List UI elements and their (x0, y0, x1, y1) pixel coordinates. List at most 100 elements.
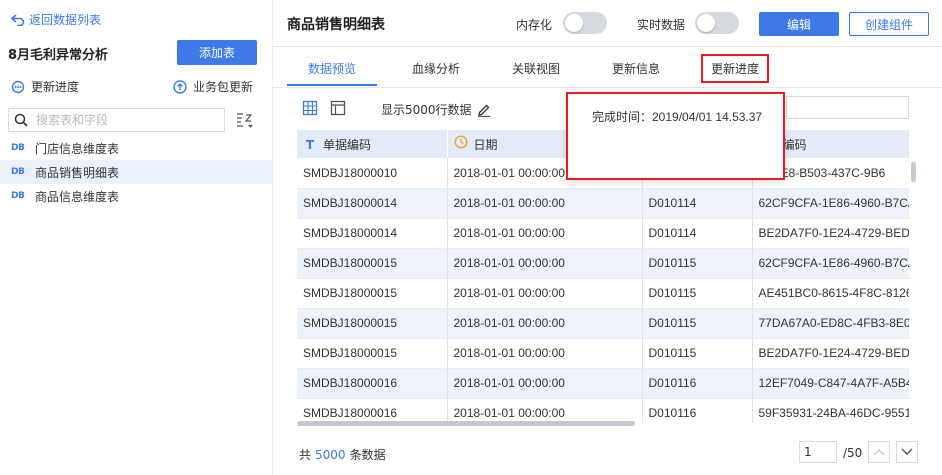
table-cell[interactable]: 62CF9CFA-1E86-4960-B7CA (752, 188, 909, 219)
table-row[interactable]: SMDBJ18000015 2018-01-01 00:00:00 D010115 7… (297, 308, 909, 339)
table-cell[interactable]: D010116 (642, 398, 753, 423)
table-row[interactable]: SMDBJ18000015 2018-01-01 00:00:00 D010115 6… (297, 248, 909, 279)
table-cell[interactable]: SMDBJ18000015 (297, 248, 448, 279)
page-total: /50 (843, 446, 863, 460)
in-memory-label: 内存化 (516, 18, 553, 32)
table-cell[interactable]: SMDBJ18000016 (297, 368, 448, 399)
back-to-list-link[interactable]: 返回数据列表 (11, 11, 101, 28)
table-cell[interactable]: SMDBJ18000014 (297, 188, 448, 219)
total-number: 5000 (315, 448, 346, 462)
table-item-sales-detail[interactable]: DB 商品销售明细表 (0, 160, 272, 184)
table-cell[interactable]: D010115 (642, 308, 753, 339)
row-count-control[interactable]: 显示5000行数据 (381, 101, 491, 118)
database-icon: DB (11, 167, 25, 177)
table-cell[interactable]: 2018-01-01 00:00:00 (447, 368, 643, 399)
scrollbar-thumb[interactable] (297, 421, 635, 426)
table-row[interactable]: SMDBJ18000015 2018-01-01 00:00:00 D010115 B… (297, 338, 909, 369)
total-prefix: 共 (299, 448, 312, 462)
tab-lineage[interactable]: 血缘分析 (391, 48, 481, 88)
left-panel: 返回数据列表 8月毛利异常分析 添加表 更新进度 业务包更新 DB 门店信息维度… (0, 0, 272, 475)
clock-icon (453, 135, 468, 149)
update-progress-label: 更新进度 (31, 80, 80, 94)
table-cell[interactable]: BE2DA7F0-1E24-4729-BED3 (752, 218, 909, 249)
column-label: 日期 (473, 138, 498, 152)
table-cell[interactable]: SMDBJ18000015 (297, 278, 448, 309)
table-cell[interactable]: D010114 (642, 218, 753, 249)
table-cell[interactable]: SMDBJ18000010 (297, 158, 448, 189)
table-cell[interactable]: SMDBJ18000016 (297, 398, 448, 423)
table-row[interactable]: SMDBJ18000014 2018-01-01 00:00:00 D010114 B… (297, 218, 909, 249)
field-filter-input[interactable] (786, 96, 909, 119)
update-progress-link[interactable]: 更新进度 (11, 78, 79, 95)
tab-related-view[interactable]: 关联视图 (491, 48, 581, 88)
database-icon: DB (11, 143, 25, 153)
table-row[interactable]: SMDBJ18000014 2018-01-01 00:00:00 D010114 6… (297, 188, 909, 219)
table-item-label: 商品信息维度表 (35, 189, 120, 204)
table-item-store-info[interactable]: DB 门店信息维度表 (0, 136, 272, 160)
refresh-icon (11, 80, 25, 93)
table-cell[interactable]: D010115 (642, 338, 753, 369)
table-cell[interactable]: AE451BC0-8615-4F8C-8126 (752, 278, 909, 309)
tab-data-preview[interactable]: 数据预览 (287, 48, 377, 88)
vertical-scrollbar[interactable] (911, 162, 916, 182)
edit-button[interactable]: 编辑 (759, 12, 839, 36)
toggle-knob (697, 14, 715, 32)
column-label: 单据编码 (323, 137, 372, 152)
table-cell[interactable]: SMDBJ18000014 (297, 218, 448, 249)
right-panel: 商品销售明细表 内存化 实时数据 编辑 创建组件 数据预览 血缘分析 关联视图 … (273, 0, 942, 475)
total-suffix: 条数据 (349, 448, 386, 462)
completion-time-text: 完成时间：2019/04/01 14.53.37 (592, 110, 763, 124)
in-memory-toggle[interactable] (563, 12, 607, 34)
back-arrow-icon (11, 13, 25, 26)
realtime-toggle[interactable] (695, 12, 739, 34)
table-search-input[interactable] (36, 113, 206, 127)
add-table-button[interactable]: 添加表 (177, 40, 257, 65)
table-cell[interactable]: 62CF9CFA-1E86-4960-B7CA (752, 248, 909, 279)
create-component-button[interactable]: 创建组件 (849, 12, 929, 36)
table-cell[interactable]: 2018-01-01 00:00:00 (447, 248, 643, 279)
table-row[interactable]: SMDBJ18000016 2018-01-01 00:00:00 D010116 5… (297, 398, 909, 423)
upload-cloud-icon (173, 79, 187, 94)
table-row[interactable]: SMDBJ18000015 2018-01-01 00:00:00 D010115 A… (297, 278, 909, 309)
table-cell[interactable]: 59F35931-24BA-46DC-9551 (752, 398, 909, 423)
table-cell[interactable]: D010115 (642, 248, 753, 279)
table-cell[interactable]: D010114 (642, 188, 753, 219)
table-item-label: 商品销售明细表 (35, 165, 120, 180)
column-header[interactable]: T 单据编码 (297, 130, 448, 158)
table-cell[interactable]: 12EF7049-C847-4A7F-A5B4 (752, 368, 909, 399)
layout-icon[interactable] (330, 100, 346, 116)
table-cell[interactable]: D010116 (642, 368, 753, 399)
table-row[interactable]: SMDBJ18000016 2018-01-01 00:00:00 D010116 1… (297, 368, 909, 399)
table-item-product-info[interactable]: DB 商品信息维度表 (0, 184, 272, 208)
package-update-link[interactable]: 业务包更新 (172, 78, 253, 95)
grid-view-icon[interactable] (302, 100, 318, 116)
table-cell[interactable]: 2018-01-01 00:00:00 (447, 188, 643, 219)
table-cell[interactable]: SMDBJ18000015 (297, 308, 448, 339)
update-progress-tooltip: 完成时间：2019/04/01 14.53.37 (566, 92, 785, 180)
sort-icon[interactable] (234, 110, 256, 132)
pencil-icon[interactable] (477, 103, 491, 117)
table-item-label: 门店信息维度表 (35, 141, 120, 156)
tab-update-info[interactable]: 更新信息 (591, 48, 681, 88)
page-number-input[interactable] (799, 441, 837, 463)
prev-page-button[interactable] (868, 441, 890, 463)
table-cell[interactable]: 2018-01-01 00:00:00 (447, 398, 643, 423)
table-cell[interactable]: SMDBJ18000015 (297, 338, 448, 369)
table-cell[interactable]: BE2DA7F0-1E24-4729-BED3 (752, 338, 909, 369)
database-icon: DB (11, 191, 25, 201)
table-body: SMDBJ18000010 2018-01-01 00:00:00 49DE8-B5… (297, 158, 909, 423)
next-page-button[interactable] (896, 441, 918, 463)
table-cell[interactable]: 2018-01-01 00:00:00 (447, 338, 643, 369)
table-cell[interactable]: 2018-01-01 00:00:00 (447, 278, 643, 309)
table-search-box[interactable] (8, 108, 225, 132)
pagination-footer: 共5000条数据 /50 (273, 438, 942, 468)
page-title: 商品销售明细表 (287, 17, 385, 33)
table-cell[interactable]: 77DA67A0-ED8C-4FB3-8E0 (752, 308, 909, 339)
package-update-label: 业务包更新 (193, 80, 254, 94)
chevron-up-icon (873, 449, 885, 456)
toggle-knob (565, 14, 583, 32)
table-cell[interactable]: D010115 (642, 278, 753, 309)
table-cell[interactable]: 2018-01-01 00:00:00 (447, 218, 643, 249)
horizontal-scrollbar[interactable] (297, 421, 909, 427)
table-cell[interactable]: 2018-01-01 00:00:00 (447, 308, 643, 339)
